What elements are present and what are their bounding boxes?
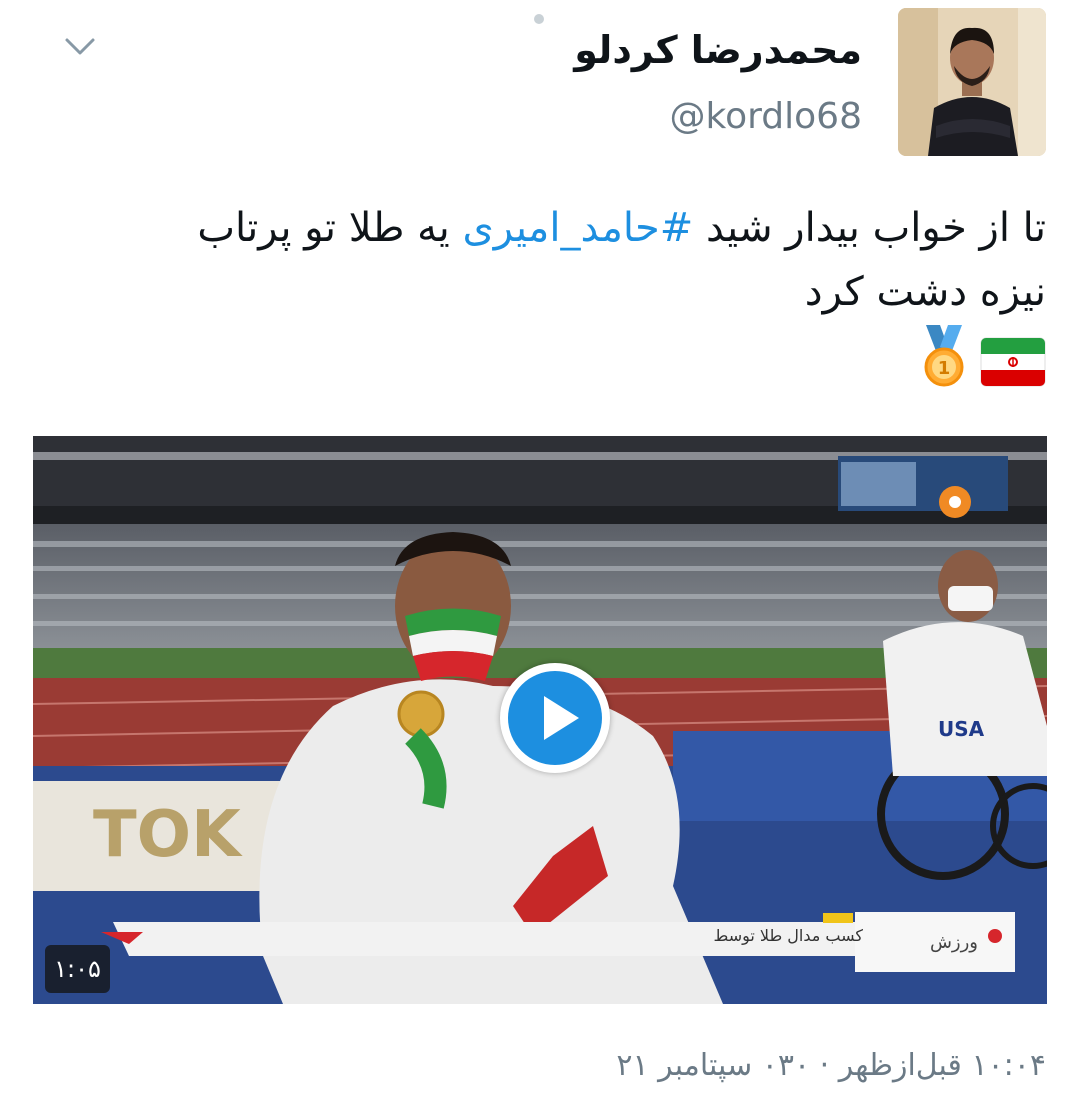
stadium-text: TOK	[93, 798, 243, 872]
play-circle	[508, 671, 602, 765]
caption-strip-text: کسب مدال طلا توسط	[714, 926, 864, 946]
username-handle[interactable]: @kordlo68	[670, 96, 862, 137]
iran-flag-icon	[980, 337, 1046, 387]
avatar-photo	[898, 8, 1046, 156]
gold-medal-icon: 1	[924, 325, 964, 387]
video-duration-badge: ۱:۰۵	[45, 945, 110, 993]
jersey-text: USA	[938, 717, 985, 741]
avatar[interactable]	[898, 8, 1046, 156]
svg-text:1: 1	[938, 358, 951, 379]
play-icon	[544, 696, 579, 740]
channel-logo-text: ورزش	[930, 932, 978, 953]
hashtag-link[interactable]: #حامد_امیری	[462, 205, 693, 251]
page-indicator-dot	[534, 14, 544, 24]
display-name[interactable]: محمدرضا کردلو	[574, 28, 862, 72]
video-player[interactable]: TOK USA کسب مدال طلا توسط ورزش ۱:۰۵	[33, 436, 1047, 1004]
tweet-text: تا از خواب بیدار شید #حامد_امیری یه طلا …	[136, 196, 1046, 324]
play-button[interactable]	[500, 663, 610, 773]
tweet-timestamp[interactable]: ۱۰:۰۴ قبل‌ازظهر · ۰۳۰ سپتامبر ۲۱	[616, 1048, 1046, 1083]
tweet-text-part-1: تا از خواب بیدار شید	[693, 205, 1046, 251]
chevron-down-icon[interactable]	[64, 34, 96, 60]
emoji-row: 1	[922, 325, 1046, 387]
